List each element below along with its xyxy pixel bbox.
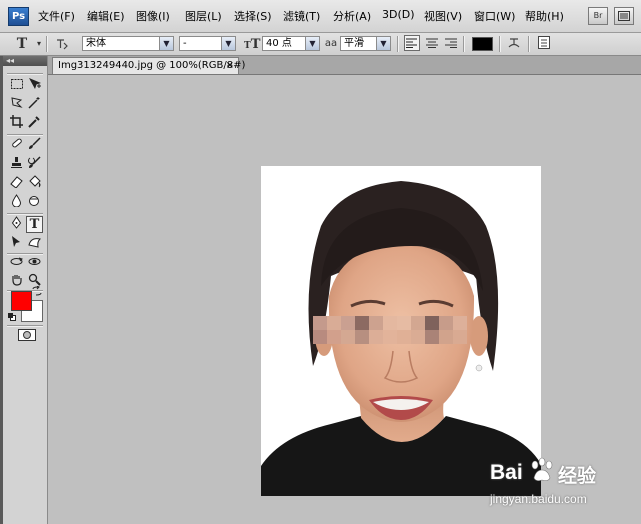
text-orientation-icon[interactable]: [54, 36, 70, 52]
align-right-icon[interactable]: [443, 36, 459, 52]
portrait-image: [261, 166, 541, 496]
font-size-value: 40 点: [266, 38, 292, 49]
antialias-select[interactable]: 平滑 ▼: [340, 36, 391, 51]
eraser-icon[interactable]: [8, 175, 25, 192]
pixelated-eyes: [313, 316, 467, 344]
paw-icon: [528, 456, 556, 484]
chevron-down-icon: ▼: [305, 37, 319, 50]
baidu-watermark: Bai 经验 jingyan.baidu.com: [490, 455, 640, 515]
menu-window[interactable]: 窗口(W): [474, 8, 515, 24]
separator: [7, 73, 43, 75]
separator: [7, 325, 43, 327]
menu-image[interactable]: 图像(I): [136, 8, 170, 24]
chevron-down-icon: ▼: [376, 37, 390, 50]
bridge-button[interactable]: Br: [588, 7, 608, 25]
menu-3d[interactable]: 3D(D): [382, 8, 415, 21]
screen-mode-icon: [618, 11, 630, 21]
menu-select[interactable]: 选择(S): [234, 8, 272, 24]
tools-panel: ◂◂ T: [3, 56, 48, 524]
font-size-icon: TT: [244, 37, 261, 52]
type-tool-preset-icon[interactable]: T: [14, 36, 30, 52]
tools-panel-header[interactable]: ◂◂: [3, 56, 47, 66]
font-family-value: 宋体: [86, 38, 106, 49]
separator: [7, 134, 43, 136]
healing-brush-icon[interactable]: [8, 137, 25, 154]
separator: [528, 36, 530, 52]
document-tab[interactable]: Img313249440.jpg @ 100%(RGB/8#) ×: [52, 57, 245, 74]
separator: [397, 36, 399, 52]
type-icon[interactable]: T: [26, 216, 43, 233]
chevron-down-icon: ▼: [159, 37, 173, 50]
screen-mode-button[interactable]: [614, 7, 634, 25]
menu-view[interactable]: 视图(V): [424, 8, 462, 24]
clone-stamp-icon[interactable]: [8, 156, 25, 173]
separator: [7, 213, 43, 215]
close-icon[interactable]: ×: [226, 58, 234, 73]
foreground-color-swatch[interactable]: [11, 291, 32, 311]
document-tab-title: Img313249440.jpg @ 100%(RGB/8#): [58, 60, 246, 71]
shape-icon[interactable]: [26, 235, 43, 252]
move-icon[interactable]: [26, 77, 43, 94]
antialias-icon: aa: [324, 38, 338, 49]
paint-bucket-icon[interactable]: [26, 175, 43, 192]
history-brush-icon[interactable]: [26, 156, 43, 173]
separator: [463, 36, 465, 52]
text-color-swatch[interactable]: [472, 37, 493, 51]
font-style-value: -: [183, 38, 187, 49]
dodge-icon[interactable]: [26, 194, 43, 211]
font-style-select[interactable]: - ▼: [179, 36, 236, 51]
menu-bar: Ps 文件(F) 编辑(E) 图像(I) 图层(L) 选择(S) 滤镜(T) 分…: [0, 0, 641, 33]
preset-dropdown-icon[interactable]: ▾: [31, 36, 47, 52]
photoshop-logo: Ps: [8, 7, 29, 26]
separator: [46, 36, 48, 52]
quick-mask-icon[interactable]: [18, 329, 36, 341]
chevron-down-icon: ▼: [221, 37, 235, 50]
warp-text-icon[interactable]: [506, 36, 522, 52]
lasso-icon[interactable]: [8, 96, 25, 113]
document-tab-bar: Img313249440.jpg @ 100%(RGB/8#) ×: [48, 56, 641, 75]
menu-analysis[interactable]: 分析(A): [333, 8, 371, 24]
blur-icon[interactable]: [8, 194, 25, 211]
align-left-icon[interactable]: [404, 35, 420, 51]
character-panel-icon[interactable]: [536, 36, 552, 52]
magic-wand-icon[interactable]: [26, 96, 43, 113]
eyedropper-icon[interactable]: [26, 115, 43, 132]
swap-colors-icon[interactable]: [32, 285, 42, 296]
brush-icon[interactable]: [26, 137, 43, 154]
watermark-brand-right: 经验: [558, 465, 597, 487]
menu-edit[interactable]: 编辑(E): [87, 8, 125, 24]
options-bar: T ▾ 宋体 ▼ - ▼ TT 40 点 ▼ aa 平滑 ▼: [0, 33, 641, 56]
marquee-icon[interactable]: [8, 77, 25, 94]
watermark-url: jingyan.baidu.com: [490, 492, 587, 506]
antialias-value: 平滑: [344, 38, 364, 49]
separator: [499, 36, 501, 52]
menu-file[interactable]: 文件(F): [38, 8, 75, 24]
hand-icon[interactable]: [8, 273, 25, 290]
crop-icon[interactable]: [8, 115, 25, 132]
path-selection-icon[interactable]: [8, 235, 25, 252]
menu-layer[interactable]: 图层(L): [185, 8, 222, 24]
watermark-brand-left: Bai: [490, 461, 523, 484]
document-image[interactable]: [261, 166, 541, 496]
font-size-select[interactable]: 40 点 ▼: [262, 36, 320, 51]
default-colors-icon[interactable]: [7, 312, 17, 322]
menu-filter[interactable]: 滤镜(T): [283, 8, 320, 24]
align-center-icon[interactable]: [424, 36, 440, 52]
menu-help[interactable]: 帮助(H): [525, 8, 564, 24]
font-family-select[interactable]: 宋体 ▼: [82, 36, 174, 51]
pen-icon[interactable]: [8, 216, 25, 233]
3d-rotate-icon[interactable]: [8, 255, 25, 272]
3d-orbit-icon[interactable]: [26, 255, 43, 272]
